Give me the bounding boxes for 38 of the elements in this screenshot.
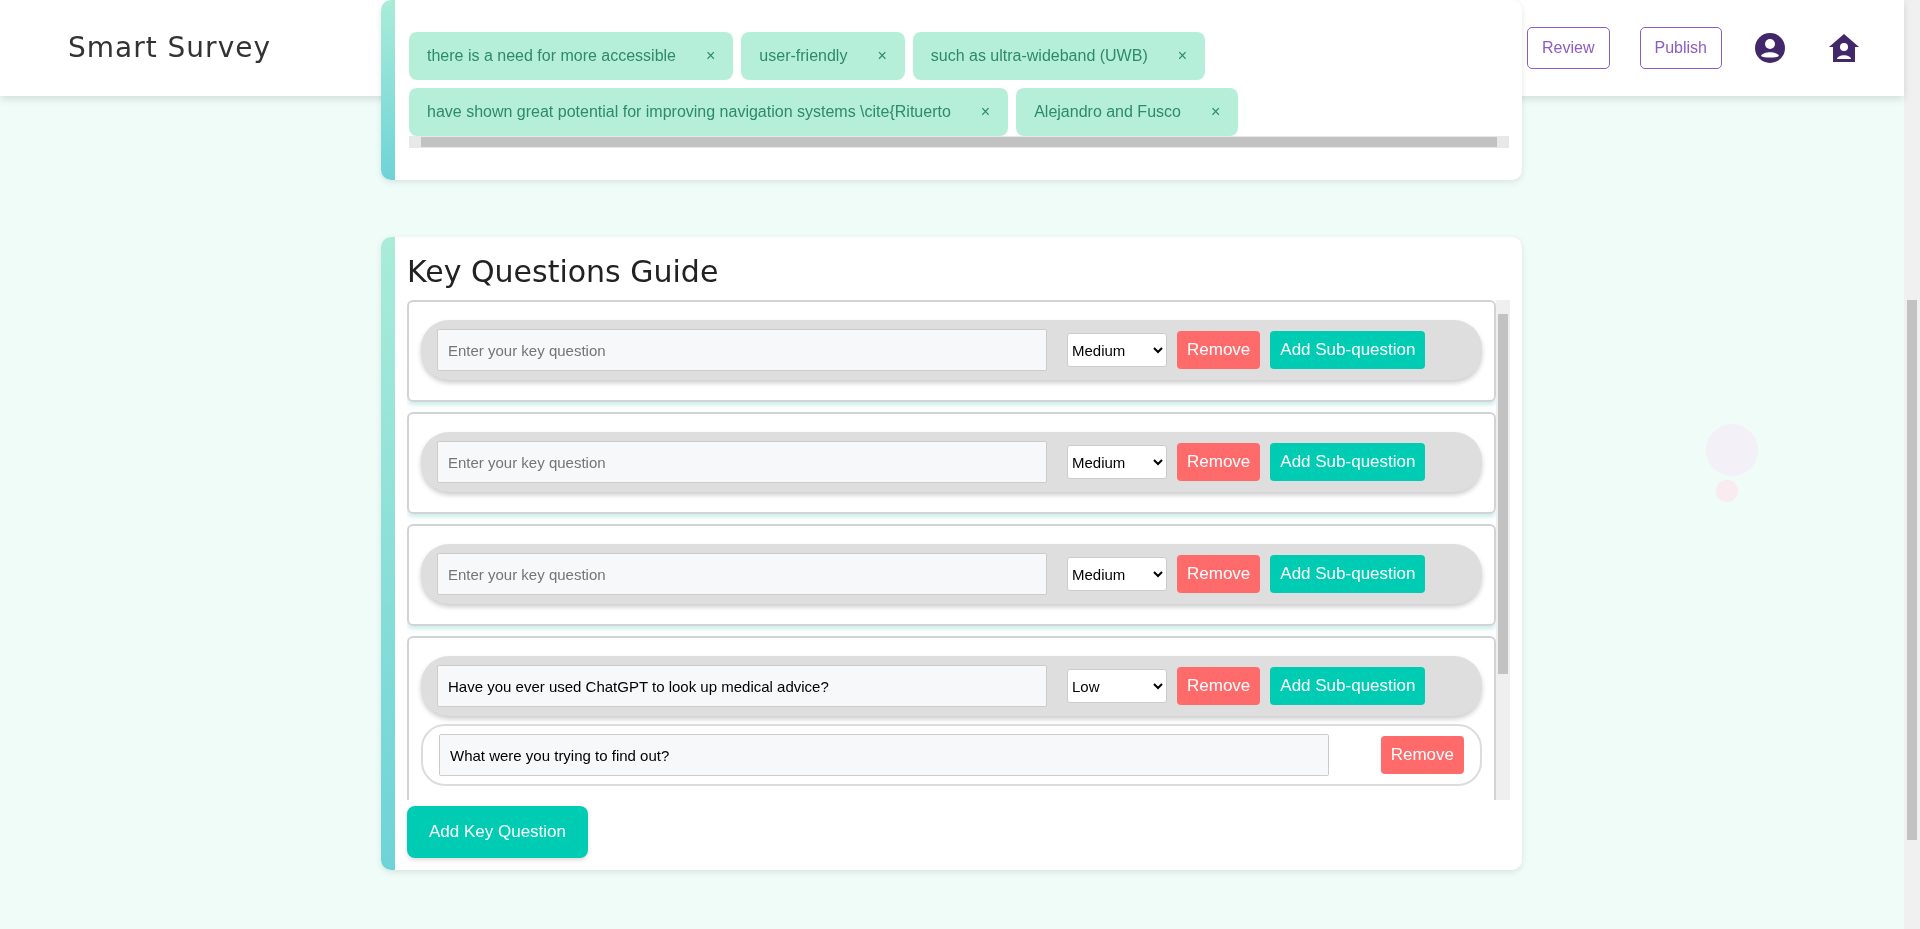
remove-tag-button[interactable]: × <box>1177 44 1188 68</box>
tag-label: user-friendly <box>759 46 848 66</box>
add-sub-question-button[interactable]: Add Sub-question <box>1270 555 1426 593</box>
remove-button[interactable]: Remove <box>1177 331 1261 369</box>
remove-button[interactable]: Remove <box>1177 667 1261 705</box>
page-scrollbar[interactable] <box>1904 0 1920 929</box>
remove-tag-button[interactable]: × <box>877 44 887 68</box>
priority-select[interactable]: Low <box>1067 669 1167 703</box>
tag-label: have shown great potential for improving navigation systems \cite{Rituerto <box>427 102 951 122</box>
tag-label: Alejandro and Fusco <box>1034 102 1181 122</box>
question-input[interactable]: Have you ever used ChatGPT to look up medical advice? <box>437 665 1047 707</box>
priority-select[interactable]: Medium <box>1067 557 1167 591</box>
priority-select[interactable]: Medium <box>1067 333 1167 367</box>
tag-label: such as ultra-wideband (UWB) <box>930 46 1148 66</box>
add-sub-question-button[interactable]: Add Sub-question <box>1270 331 1426 369</box>
remove-tag-button[interactable]: × <box>980 100 991 124</box>
remove-button[interactable]: Remove <box>1177 443 1261 481</box>
question-input[interactable]: Enter your key question <box>437 441 1047 483</box>
add-sub-question-button[interactable]: Add Sub-question <box>1270 443 1426 481</box>
tag-label: there is a need for more accessible <box>427 46 676 66</box>
user-profile-icon[interactable] <box>1754 32 1786 64</box>
question-input[interactable]: Enter your key question <box>437 329 1047 371</box>
horizontal-scrollbar[interactable] <box>409 136 1509 148</box>
add-key-question-button[interactable]: Add Key Question <box>407 806 589 858</box>
vertical-scrollbar[interactable] <box>1496 300 1510 800</box>
remove-button[interactable]: Remove <box>1380 736 1464 774</box>
priority-select[interactable]: Medium <box>1067 445 1167 479</box>
remove-tag-button[interactable]: × <box>706 44 716 68</box>
add-sub-question-button[interactable]: Add Sub-question <box>1270 667 1426 705</box>
remove-button[interactable]: Remove <box>1177 555 1261 593</box>
header-button[interactable]: Review <box>1527 27 1610 69</box>
home-icon[interactable] <box>1828 32 1860 64</box>
question-input[interactable]: Enter your key question <box>437 553 1047 595</box>
header-button[interactable]: Publish <box>1639 27 1722 69</box>
app-title: Smart Survey <box>68 30 271 66</box>
sub-question-input[interactable]: What were you trying to find out? <box>439 734 1329 776</box>
remove-tag-button[interactable]: × <box>1210 100 1221 124</box>
section-title: Key Questions Guide <box>407 253 720 291</box>
